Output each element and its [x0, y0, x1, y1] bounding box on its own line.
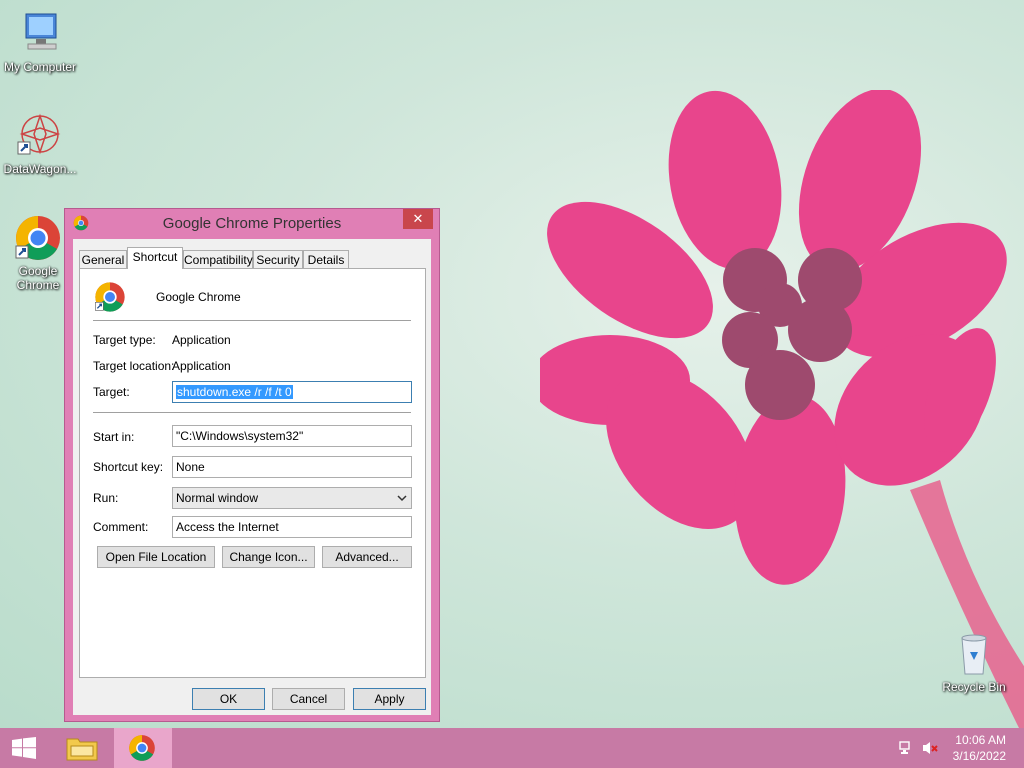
clock-time: 10:06 AM [955, 733, 1006, 747]
folder-icon [66, 738, 98, 761]
target-location-label: Target location: [93, 359, 175, 373]
shortcut-tab-panel: Google Chrome Target type: Application T… [79, 268, 426, 678]
computer-icon [16, 10, 64, 58]
properties-dialog: Google Chrome Properties ✕ General Short… [64, 208, 440, 722]
tab-general[interactable]: General [79, 250, 127, 268]
desktop-icon-my-computer[interactable]: My Computer [0, 10, 80, 74]
taskbar-google-chrome[interactable] [114, 728, 172, 768]
close-icon: ✕ [412, 211, 424, 226]
taskbar-file-explorer[interactable] [54, 728, 110, 768]
separator [93, 412, 411, 413]
windows-logo-icon [12, 737, 36, 759]
chrome-icon [14, 214, 62, 262]
open-file-location-button[interactable]: Open File Location [97, 546, 215, 568]
taskbar: 10:06 AM 3/16/2022 [0, 728, 1024, 768]
clock-date: 3/16/2022 [952, 749, 1006, 763]
comment-field[interactable]: Access the Internet [172, 516, 412, 538]
target-field-value: shutdown.exe /r /f /t 0 [176, 385, 293, 399]
comment-label: Comment: [93, 520, 149, 534]
dialog-titlebar[interactable]: Google Chrome Properties ✕ [65, 209, 439, 239]
system-clock[interactable]: 10:06 AM 3/16/2022 [953, 732, 1006, 764]
chrome-icon [95, 282, 125, 312]
recycle-bin-icon [950, 630, 998, 678]
app-name: Google Chrome [156, 290, 241, 304]
desktop: My Computer DataWagon... Google Chrome R… [0, 0, 1024, 728]
shortcut-key-label: Shortcut key: [93, 460, 164, 474]
separator [93, 320, 411, 321]
tab-details[interactable]: Details [303, 250, 349, 268]
start-in-field[interactable]: "C:\Windows\system32" [172, 425, 412, 447]
tab-security[interactable]: Security [253, 250, 303, 268]
desktop-icon-datawagon[interactable]: DataWagon... [0, 112, 80, 176]
close-button[interactable]: ✕ [403, 209, 433, 229]
apply-button[interactable]: Apply [353, 688, 426, 710]
run-label: Run: [93, 491, 119, 505]
tab-compatibility[interactable]: Compatibility [183, 250, 253, 268]
start-in-label: Start in: [93, 430, 135, 444]
run-select[interactable]: Normal window [172, 487, 412, 509]
target-type-value: Application [172, 333, 231, 347]
target-type-label: Target type: [93, 333, 156, 347]
run-select-value: Normal window [176, 491, 259, 505]
shortcut-key-field[interactable]: None [172, 456, 412, 478]
target-label: Target: [93, 385, 130, 399]
desktop-icon-label: DataWagon... [3, 162, 77, 176]
dialog-client: General Shortcut Compatibility Security … [73, 239, 431, 715]
ok-button[interactable]: OK [192, 688, 265, 710]
network-icon[interactable] [898, 740, 914, 756]
desktop-icon-recycle-bin[interactable]: Recycle Bin [934, 630, 1014, 694]
desktop-icon-label: My Computer [3, 60, 77, 74]
cancel-button[interactable]: Cancel [272, 688, 345, 710]
target-location-value: Application [172, 359, 231, 373]
start-button[interactable] [0, 728, 48, 768]
target-field[interactable]: shutdown.exe /r /f /t 0 [172, 381, 412, 403]
desktop-icon-label: Recycle Bin [942, 680, 1006, 694]
datawagon-icon [16, 112, 64, 160]
change-icon-button[interactable]: Change Icon... [222, 546, 315, 568]
advanced-button[interactable]: Advanced... [322, 546, 412, 568]
volume-muted-icon[interactable] [922, 740, 940, 756]
chevron-down-icon [397, 495, 407, 502]
tab-shortcut[interactable]: Shortcut [127, 247, 183, 269]
chrome-icon [129, 735, 155, 761]
dialog-title: Google Chrome Properties [162, 215, 342, 232]
